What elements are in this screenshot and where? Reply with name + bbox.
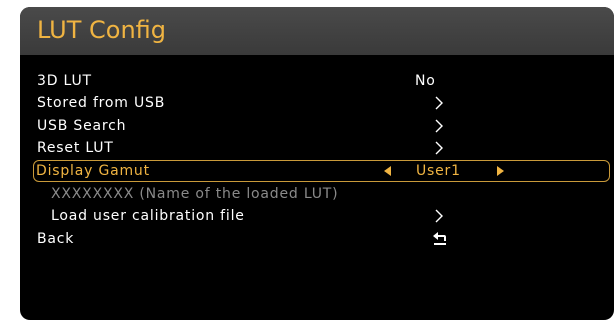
menu-item-value: No — [415, 73, 436, 89]
menu-item-load-calibration[interactable]: Load user calibration file — [34, 205, 609, 227]
triangle-left-icon[interactable] — [384, 166, 391, 176]
lut-config-panel: LUT Config 3D LUT No Stored from USB USB… — [20, 7, 614, 320]
menu-item-back[interactable]: Back — [34, 228, 609, 250]
menu-item-label: Display Gamut — [36, 163, 150, 179]
menu-item-stored-from-usb[interactable]: Stored from USB — [34, 92, 609, 114]
menu-item-label: Stored from USB — [37, 95, 166, 111]
menu-item-usb-search[interactable]: USB Search — [34, 115, 609, 137]
menu-item-label: USB Search — [37, 118, 127, 134]
chevron-right-icon — [435, 141, 443, 155]
header-bar: LUT Config — [20, 7, 614, 55]
menu-item-label: XXXXXXXX (Name of the loaded LUT) — [51, 186, 339, 202]
loaded-lut-name: XXXXXXXX (Name of the loaded LUT) — [34, 183, 609, 205]
menu-item-reset-lut[interactable]: Reset LUT — [34, 137, 609, 159]
chevron-right-icon — [435, 96, 443, 110]
return-arrow-icon — [433, 232, 446, 245]
display-gamut-value: User1 — [416, 163, 461, 179]
chevron-right-icon — [435, 119, 443, 133]
menu-item-label: Back — [37, 231, 75, 247]
menu-item-label: Reset LUT — [37, 140, 114, 156]
page-title: LUT Config — [37, 16, 167, 44]
chevron-right-icon — [435, 209, 443, 223]
menu-item-label: 3D LUT — [37, 73, 92, 89]
menu-item-label: Load user calibration file — [51, 208, 245, 224]
triangle-right-icon[interactable] — [497, 166, 504, 176]
menu-item-3d-lut[interactable]: 3D LUT No — [34, 70, 609, 92]
menu-item-display-gamut[interactable]: Display Gamut User1 — [33, 160, 610, 182]
